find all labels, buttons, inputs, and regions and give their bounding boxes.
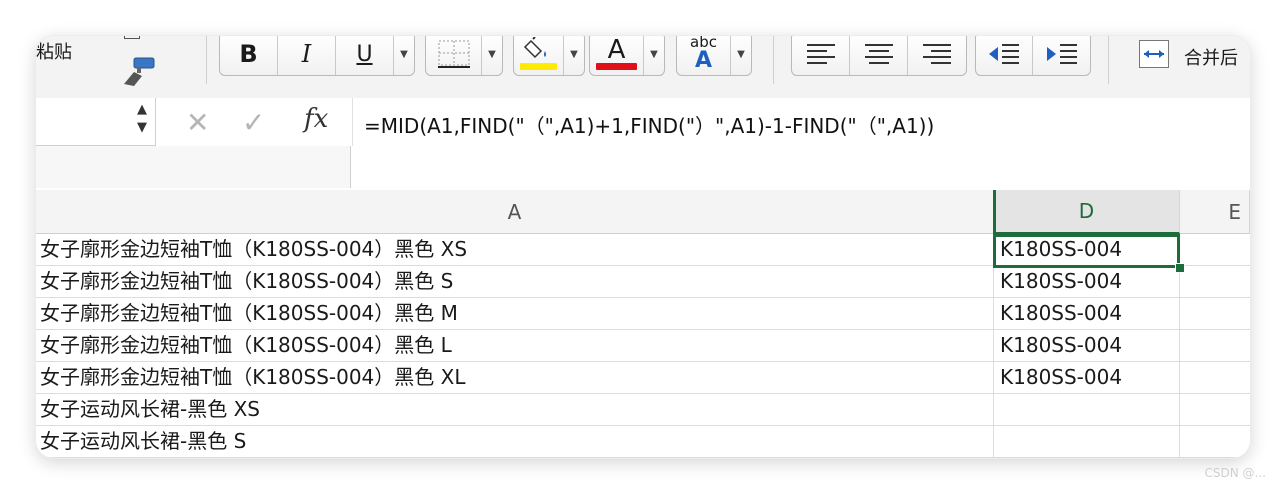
cell-a4[interactable]: 女子廓形金边短袖T恤（K180SS-004）黑色 L bbox=[36, 330, 994, 361]
cell-a2[interactable]: 女子廓形金边短袖T恤（K180SS-004）黑色 S bbox=[36, 266, 994, 297]
table-row: 女子廓形金边短袖T恤（K180SS-004）黑色 L K180SS-004 bbox=[36, 330, 1250, 362]
cell-d4[interactable]: K180SS-004 bbox=[994, 330, 1180, 361]
cancel-icon[interactable]: ✕ bbox=[186, 106, 209, 139]
name-box-down-icon[interactable]: ▼ bbox=[137, 120, 147, 135]
bold-button[interactable]: B bbox=[220, 36, 278, 75]
sheet-grid[interactable]: A D E 女子廓形金边短袖T恤（K180SS-004）黑色 XS K180SS… bbox=[36, 188, 1250, 458]
fill-color-swatch bbox=[520, 63, 557, 70]
font-style-group: B I U ▼ bbox=[219, 36, 415, 76]
cell-e3[interactable] bbox=[1180, 298, 1250, 329]
decrease-indent-icon bbox=[989, 44, 1019, 64]
insert-function-icon[interactable]: fx bbox=[304, 104, 328, 134]
table-row: 女子运动风长裙-黑色 S bbox=[36, 426, 1250, 458]
borders-icon bbox=[437, 40, 470, 68]
formula-bar: ▲ ▼ ✕ ✓ fx =MID(A1,FIND("（",A1)+1,FIND("… bbox=[36, 98, 1250, 189]
borders-button[interactable] bbox=[426, 36, 482, 75]
cell-d3[interactable]: K180SS-004 bbox=[994, 298, 1180, 329]
ribbon-separator bbox=[1108, 36, 1109, 84]
cell-a1[interactable]: 女子廓形金边短袖T恤（K180SS-004）黑色 XS bbox=[36, 234, 994, 265]
wrap-text-bottom-label: A bbox=[694, 47, 713, 73]
cell-d1[interactable]: K180SS-004 bbox=[994, 234, 1180, 265]
ribbon-separator bbox=[206, 36, 207, 84]
cell-d6[interactable] bbox=[994, 394, 1180, 425]
font-color-icon: A bbox=[607, 36, 626, 65]
column-header-d[interactable]: D bbox=[994, 190, 1180, 234]
font-color-group: A ▼ bbox=[589, 36, 665, 76]
cell-e5[interactable] bbox=[1180, 362, 1250, 393]
font-color-dropdown-chevron-icon[interactable]: ▼ bbox=[644, 36, 664, 75]
paste-icon[interactable] bbox=[124, 36, 140, 39]
font-color-button[interactable]: A bbox=[590, 36, 644, 75]
ribbon-toolbar: 粘贴 B I U ▼ ▼ ▼ A ▼ abc A ▼ 合并后 bbox=[36, 36, 1250, 99]
wrap-text-dropdown-chevron-icon[interactable]: ▼ bbox=[731, 36, 751, 75]
table-row: 女子运动风长裙-黑色 XS bbox=[36, 394, 1250, 426]
table-row: 女子廓形金边短袖T恤（K180SS-004）黑色 XS K180SS-004 bbox=[36, 234, 1250, 266]
formula-bar-lower-area bbox=[36, 146, 351, 188]
cell-a5[interactable]: 女子廓形金边短袖T恤（K180SS-004）黑色 XL bbox=[36, 362, 994, 393]
cell-d7[interactable] bbox=[994, 426, 1180, 457]
align-right-button[interactable] bbox=[908, 36, 966, 75]
cell-d2[interactable]: K180SS-004 bbox=[994, 266, 1180, 297]
table-row: 女子廓形金边短袖T恤（K180SS-004）黑色 M K180SS-004 bbox=[36, 298, 1250, 330]
column-header-e[interactable]: E bbox=[1180, 190, 1250, 234]
wrap-text-group: abc A ▼ bbox=[676, 36, 752, 76]
enter-check-icon[interactable]: ✓ bbox=[242, 106, 265, 139]
cell-a7[interactable]: 女子运动风长裙-黑色 S bbox=[36, 426, 994, 457]
fill-color-group: ▼ bbox=[513, 36, 585, 76]
selected-column-indicator bbox=[993, 190, 996, 234]
name-box-up-icon[interactable]: ▲ bbox=[137, 102, 147, 117]
fill-color-dropdown-chevron-icon[interactable]: ▼ bbox=[564, 36, 584, 75]
name-box[interactable]: ▲ ▼ bbox=[36, 98, 156, 146]
cell-e2[interactable] bbox=[1180, 266, 1250, 297]
indent-group bbox=[975, 36, 1091, 76]
decrease-indent-button[interactable] bbox=[976, 36, 1033, 75]
fill-color-icon bbox=[523, 37, 546, 59]
align-right-icon bbox=[923, 44, 951, 64]
borders-group: ▼ bbox=[425, 36, 503, 76]
cell-e1[interactable] bbox=[1180, 234, 1250, 265]
merge-cells-label[interactable]: 合并后 bbox=[1184, 44, 1238, 70]
spreadsheet-window: 粘贴 B I U ▼ ▼ ▼ A ▼ abc A ▼ 合并后 ▲ ▼ ✕ ✓ f… bbox=[36, 36, 1250, 458]
cell-a6[interactable]: 女子运动风长裙-黑色 XS bbox=[36, 394, 994, 425]
align-center-button[interactable] bbox=[850, 36, 908, 75]
ribbon-separator bbox=[773, 36, 774, 84]
borders-dropdown-chevron-icon[interactable]: ▼ bbox=[482, 36, 502, 75]
underline-button[interactable]: U bbox=[336, 36, 394, 75]
format-painter-icon[interactable] bbox=[120, 56, 158, 86]
formula-input[interactable]: =MID(A1,FIND("（",A1)+1,FIND("）",A1)-1-FI… bbox=[364, 110, 934, 139]
align-left-icon bbox=[806, 44, 835, 64]
wrap-text-button[interactable]: abc A bbox=[677, 36, 731, 75]
cell-a3[interactable]: 女子廓形金边短袖T恤（K180SS-004）黑色 M bbox=[36, 298, 994, 329]
formula-controls: ✕ ✓ fx bbox=[156, 98, 353, 146]
watermark: CSDN @... bbox=[1204, 466, 1266, 480]
increase-indent-button[interactable] bbox=[1033, 36, 1090, 75]
increase-indent-icon bbox=[1046, 44, 1077, 64]
fill-handle[interactable] bbox=[1175, 263, 1185, 273]
cell-d5[interactable]: K180SS-004 bbox=[994, 362, 1180, 393]
italic-button[interactable]: I bbox=[278, 36, 336, 75]
align-center-icon bbox=[864, 44, 893, 64]
cell-e7[interactable] bbox=[1180, 426, 1250, 457]
merge-cells-icon[interactable] bbox=[1139, 40, 1169, 68]
fill-color-button[interactable] bbox=[514, 36, 564, 75]
paste-label[interactable]: 粘贴 bbox=[36, 38, 72, 64]
align-left-button[interactable] bbox=[792, 36, 850, 75]
table-row: 女子廓形金边短袖T恤（K180SS-004）黑色 S K180SS-004 bbox=[36, 266, 1250, 298]
table-row: 女子廓形金边短袖T恤（K180SS-004）黑色 XL K180SS-004 bbox=[36, 362, 1250, 394]
cell-e6[interactable] bbox=[1180, 394, 1250, 425]
alignment-group bbox=[791, 36, 967, 76]
column-header-a[interactable]: A bbox=[36, 190, 994, 234]
font-color-swatch bbox=[596, 63, 637, 70]
cell-e4[interactable] bbox=[1180, 330, 1250, 361]
underline-dropdown-chevron-icon[interactable]: ▼ bbox=[394, 36, 414, 75]
